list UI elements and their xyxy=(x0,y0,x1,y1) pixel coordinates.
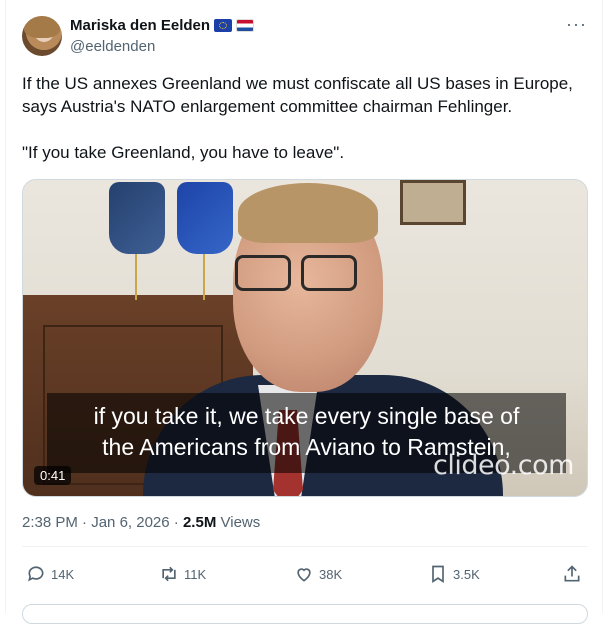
video-player[interactable]: if you take it, we take every single bas… xyxy=(22,179,588,497)
eu-banner xyxy=(177,182,233,254)
bookmark-count: 3.5K xyxy=(453,566,480,582)
like-count: 38K xyxy=(319,566,343,582)
post-paragraph-1: If the US annexes Greenland we must conf… xyxy=(22,74,573,116)
eu-flag-icon xyxy=(214,19,233,32)
reply-count: 14K xyxy=(51,566,75,582)
author-name-row[interactable]: Mariska den Eelden xyxy=(70,17,255,34)
speaker-hair xyxy=(238,183,378,243)
views-count[interactable]: 2.5M xyxy=(183,514,216,531)
repost-button[interactable]: 11K xyxy=(159,564,206,584)
bookmark-icon xyxy=(432,565,444,584)
speaker-glasses xyxy=(235,255,365,295)
repost-count: 11K xyxy=(184,566,207,582)
more-options-icon[interactable]: ··· xyxy=(566,14,587,35)
nato-flag xyxy=(109,182,165,254)
views-label: Views xyxy=(220,514,261,531)
avatar[interactable] xyxy=(22,16,62,56)
post-date[interactable]: Jan 6, 2026 xyxy=(91,514,169,531)
repost-icon xyxy=(162,566,176,582)
author-handle[interactable]: @eeldenden xyxy=(70,38,155,55)
post-text: If the US annexes Greenland we must conf… xyxy=(22,72,592,164)
post-time[interactable]: 2:38 PM xyxy=(22,514,78,531)
netherlands-flag-icon xyxy=(236,19,255,32)
post-paragraph-2: "If you take Greenland, you have to leav… xyxy=(22,143,345,162)
video-watermark: clideo.com xyxy=(433,450,574,481)
reply-button[interactable]: 14K xyxy=(26,564,74,584)
share-button[interactable] xyxy=(562,564,582,584)
reply-icon xyxy=(28,566,44,582)
action-bar: 14K 11K 38K 3.5K xyxy=(22,564,588,588)
author-name[interactable]: Mariska den Eelden xyxy=(70,17,210,34)
share-icon xyxy=(564,565,580,582)
bookmark-button[interactable]: 3.5K xyxy=(428,564,480,584)
post-meta: 2:38 PM · Jan 6, 2026 · 2.5M Views xyxy=(22,514,261,531)
divider xyxy=(22,546,588,547)
video-duration: 0:41 xyxy=(34,466,72,485)
wall-picture xyxy=(400,180,466,225)
subtitle-line-1: if you take it, we take every single bas… xyxy=(93,403,520,429)
heart-icon xyxy=(297,568,311,582)
reply-input-area[interactable] xyxy=(22,604,588,624)
like-button[interactable]: 38K xyxy=(294,564,342,584)
